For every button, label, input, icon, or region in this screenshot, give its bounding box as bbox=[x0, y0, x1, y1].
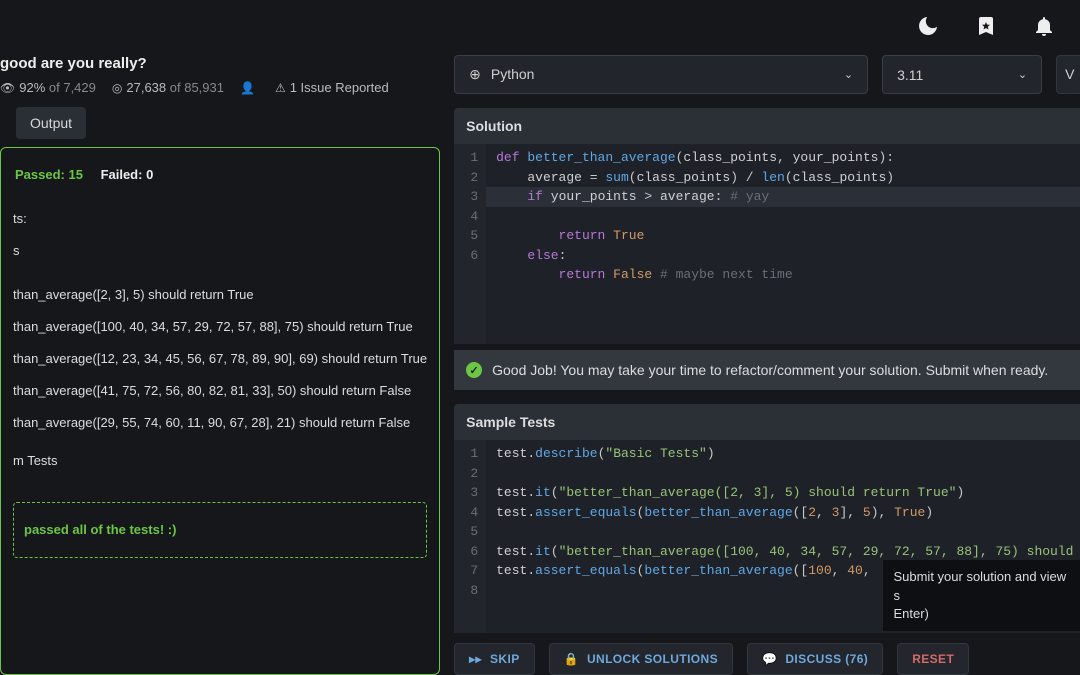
discuss-button[interactable]: 💬DISCUSS (76) bbox=[747, 643, 883, 675]
moon-icon[interactable] bbox=[916, 14, 940, 41]
kata-title: good are you really? bbox=[0, 55, 440, 80]
success-message: passed all of the tests! :) bbox=[13, 502, 427, 558]
test-result-line: than_average([41, 75, 72, 56, 80, 82, 81… bbox=[13, 378, 427, 404]
python-icon: ⊕ bbox=[469, 66, 481, 82]
user-icon: 👤 bbox=[240, 81, 255, 95]
kata-stats: 👁92% of 7,429 ◎27,638 of 85,931 👤 ⚠1 Iss… bbox=[0, 80, 440, 107]
failed-count: Failed: 0 bbox=[101, 167, 154, 182]
vim-toggle[interactable]: V bbox=[1056, 55, 1080, 94]
bell-icon[interactable] bbox=[1032, 14, 1056, 41]
status-bar: ✓ Good Job! You may take your time to re… bbox=[454, 350, 1080, 390]
target-icon: ◎ bbox=[112, 81, 122, 95]
tests-header: Sample Tests bbox=[454, 404, 1080, 440]
eye-icon: 👁 bbox=[0, 81, 15, 95]
warning-icon: ⚠ bbox=[275, 81, 286, 95]
chevron-down-icon: ⌄ bbox=[1018, 68, 1027, 81]
version-select[interactable]: 3.11 ⌄ bbox=[882, 55, 1042, 94]
skip-button[interactable]: ▸▸SKIP bbox=[454, 643, 534, 675]
results-panel: Passed: 15 Failed: 0 ts: s than_average(… bbox=[0, 147, 440, 675]
unlock-solutions-button[interactable]: 🔒UNLOCK SOLUTIONS bbox=[549, 643, 733, 675]
submit-tooltip: Submit your solution and view s Enter) bbox=[883, 560, 1080, 631]
test-result-line: than_average([29, 55, 74, 60, 11, 90, 67… bbox=[13, 410, 427, 436]
language-select[interactable]: ⊕Python ⌄ bbox=[454, 55, 868, 94]
test-result-line: than_average([2, 3], 5) should return Tr… bbox=[13, 282, 427, 308]
lock-icon: 🔒 bbox=[564, 652, 579, 666]
solution-header: Solution bbox=[454, 108, 1080, 144]
comment-icon: 💬 bbox=[762, 652, 777, 666]
passed-count: Passed: 15 bbox=[15, 167, 83, 182]
reset-button[interactable]: RESET bbox=[897, 643, 969, 675]
forward-icon: ▸▸ bbox=[469, 652, 482, 666]
check-icon: ✓ bbox=[466, 362, 482, 378]
output-tab[interactable]: Output bbox=[16, 107, 86, 139]
chevron-down-icon: ⌄ bbox=[844, 68, 853, 81]
bookmark-star-icon[interactable] bbox=[974, 14, 998, 41]
solution-editor[interactable]: 123456 def better_than_average(class_poi… bbox=[454, 144, 1080, 344]
test-result-line: than_average([100, 40, 34, 57, 29, 72, 5… bbox=[13, 314, 427, 340]
test-result-line: than_average([12, 23, 34, 45, 56, 67, 78… bbox=[13, 346, 427, 372]
